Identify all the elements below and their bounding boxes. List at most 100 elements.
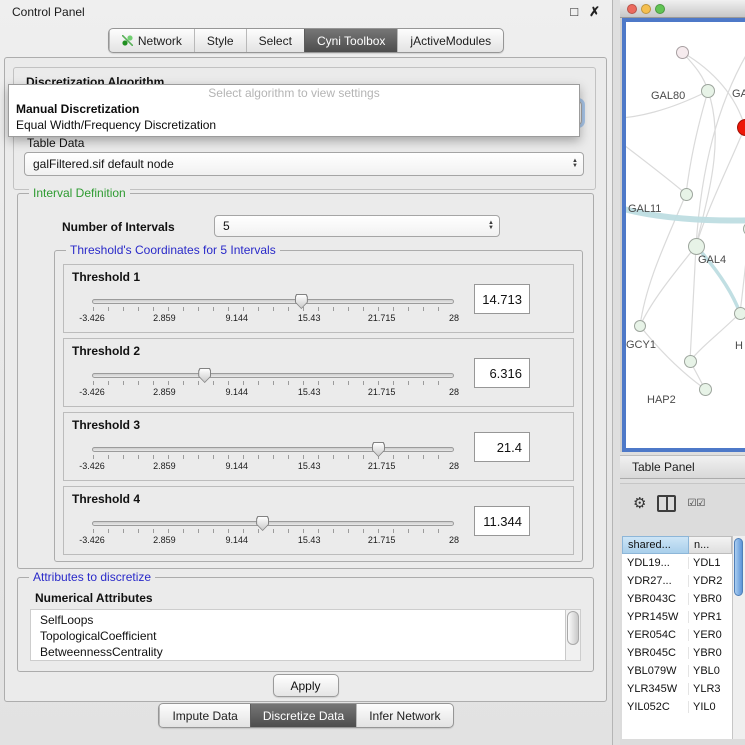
slider-scale: -3.4262.8599.14415.4321.71528 [92, 387, 454, 398]
slider-scale-label: 9.144 [226, 313, 249, 323]
close-window-icon[interactable]: ✗ [589, 4, 600, 20]
float-window-icon[interactable]: □ [570, 4, 578, 20]
network-node[interactable] [734, 307, 745, 320]
top-tab[interactable]: jActiveModules [397, 29, 503, 52]
threshold-slider[interactable] [92, 519, 454, 535]
cell-shared-name: YDR27... [622, 575, 689, 587]
window-buttons: □ ✗ [570, 4, 600, 20]
column-header[interactable]: n... [689, 536, 732, 554]
column-selector-icon[interactable] [657, 495, 676, 512]
interval-definition-legend: Interval Definition [29, 186, 130, 200]
tab-label: jActiveModules [410, 34, 491, 48]
slider-track[interactable] [92, 521, 454, 526]
network-window-titlebar[interactable] [620, 0, 745, 18]
cell-shared-name: YBL079W [622, 665, 689, 677]
table-row[interactable]: YDR27... YDR2 [622, 572, 732, 590]
dropdown-option[interactable]: Manual Discretization [9, 101, 579, 117]
threshold-label: Threshold 4 [72, 492, 140, 506]
table-row[interactable]: YIL052C YIL0 [622, 698, 732, 716]
table-row[interactable]: YER054C YER0 [622, 626, 732, 644]
bottom-tab[interactable]: Impute Data [159, 704, 249, 727]
network-node[interactable] [680, 188, 693, 201]
slider-track[interactable] [92, 299, 454, 304]
apply-button[interactable]: Apply [273, 674, 339, 697]
network-node-label: GAL80 [651, 90, 685, 102]
attribute-item[interactable]: SelfLoops [40, 612, 580, 628]
node-table: shared... n... YDL19... YDL1 YDR27... YD… [622, 536, 732, 739]
threshold-value-field[interactable]: 21.4 [474, 432, 530, 462]
table-scrollbar-thumb[interactable] [734, 538, 743, 596]
dropdown-option[interactable]: Equal Width/Frequency Discretization [9, 117, 579, 133]
table-scrollbar[interactable] [732, 536, 745, 739]
checkbox-icons[interactable]: ☑☑ [687, 498, 705, 509]
slider-track[interactable] [92, 373, 454, 378]
threshold-value-field[interactable]: 14.713 [474, 284, 530, 314]
threshold-value-field[interactable]: 6.316 [474, 358, 530, 388]
combo-arrows-icon [488, 221, 494, 231]
table-row[interactable]: YDL19... YDL1 [622, 554, 732, 572]
slider-scale-label: -3.426 [79, 535, 105, 545]
table-row[interactable]: YPR145W YPR1 [622, 608, 732, 626]
network-node-label: HAP2 [647, 394, 676, 406]
slider-track[interactable] [92, 447, 454, 452]
table-panel-window: ⚙ ☑☑ shared... n... YDL19... YDL1 [620, 483, 745, 745]
threshold-slider[interactable] [92, 445, 454, 461]
attribute-item[interactable]: BetweennessCentrality [40, 644, 580, 660]
bottom-tab[interactable]: Discretize Data [250, 704, 356, 727]
threshold-label: Threshold 2 [72, 344, 140, 358]
threshold-panel: Threshold 1 -3.4262.8599.14415.4321.7152… [63, 264, 574, 333]
table-row[interactable]: YBR043C YBR0 [622, 590, 732, 608]
network-node[interactable] [699, 383, 712, 396]
column-header[interactable]: shared... [622, 536, 689, 554]
number-of-intervals-label: Number of Intervals [62, 220, 175, 234]
tab-label: Network [138, 34, 182, 48]
network-node-label: GAL [732, 88, 745, 100]
table-data-select[interactable]: galFiltered.sif default node [24, 152, 584, 176]
slider-scale-label: 15.43 [298, 313, 321, 323]
slider-scale-label: 2.859 [153, 535, 176, 545]
slider-ticks [93, 381, 453, 385]
network-node[interactable] [634, 320, 646, 332]
threshold-slider[interactable] [92, 297, 454, 313]
top-tab[interactable]: Style [194, 29, 246, 52]
top-tab[interactable]: Network [109, 29, 194, 52]
threshold-slider[interactable] [92, 371, 454, 387]
number-of-intervals-select[interactable]: 5 [214, 215, 500, 237]
network-node[interactable] [688, 238, 705, 255]
table-row[interactable]: YBL079W YBL0 [622, 662, 732, 680]
network-node[interactable] [684, 355, 697, 368]
settings-gear-icon[interactable]: ⚙ [633, 494, 646, 512]
attributes-scrollbar[interactable] [565, 610, 580, 660]
tab-label: Cyni Toolbox [317, 34, 385, 48]
slider-scale-label: 9.144 [226, 461, 249, 471]
top-tab[interactable]: Select [246, 29, 304, 52]
cell-shared-name: YBR045C [622, 647, 689, 659]
table-data-label: Table Data [27, 136, 84, 150]
table-row[interactable]: YBR045C YBR0 [622, 644, 732, 662]
network-canvas[interactable]: GAL80GALGAL11GAL4GCY1HAP2H [622, 18, 745, 452]
traffic-light-button[interactable] [655, 4, 665, 14]
cell-name: YBR0 [689, 647, 732, 659]
scrollbar-thumb[interactable] [567, 611, 579, 645]
traffic-light-button[interactable] [627, 4, 637, 14]
bottom-tab-segment: Impute Data Discretize Data Infer Networ… [158, 703, 453, 728]
network-tab-icon [122, 35, 133, 46]
network-node-label: GCY1 [626, 339, 656, 351]
number-of-intervals-value: 5 [223, 219, 230, 233]
cell-name: YDL1 [689, 557, 732, 569]
threshold-value-field[interactable]: 11.344 [474, 506, 530, 536]
network-node[interactable] [701, 84, 715, 98]
top-tab[interactable]: Cyni Toolbox [304, 29, 397, 52]
traffic-light-button[interactable] [641, 4, 651, 14]
attribute-item[interactable]: TopologicalCoefficient [40, 628, 580, 644]
control-panel-titlebar: Control Panel □ ✗ [0, 0, 612, 24]
network-edges [626, 22, 745, 448]
network-node[interactable] [676, 46, 689, 59]
slider-scale-label: -3.426 [79, 461, 105, 471]
table-row[interactable]: YLR345W YLR3 [622, 680, 732, 698]
traffic-lights [627, 4, 665, 14]
attributes-list[interactable]: SelfLoopsTopologicalCoefficientBetweenne… [30, 609, 581, 661]
algorithm-dropdown-popup: Select algorithm to view settings Manual… [8, 84, 580, 137]
table-panel-titlebar[interactable]: Table Panel [620, 455, 745, 479]
bottom-tab[interactable]: Infer Network [356, 704, 452, 727]
